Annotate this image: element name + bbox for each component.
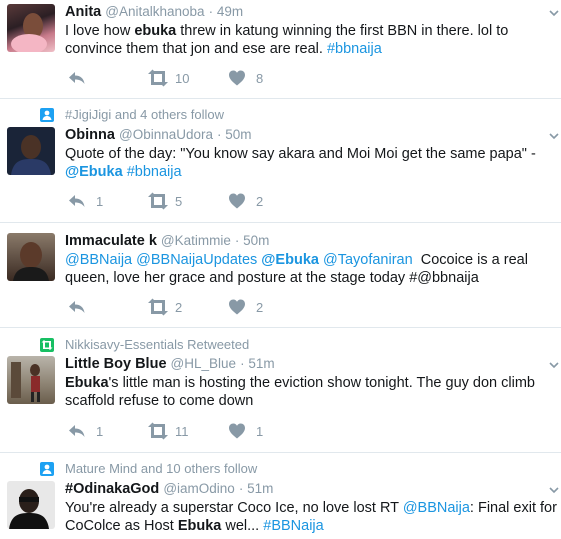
tweet-text-segment: Quote of the day: "You know say akara an…	[65, 146, 540, 162]
avatar[interactable]	[7, 356, 55, 404]
reply-icon	[69, 195, 85, 207]
caret-down-icon[interactable]	[549, 486, 559, 494]
tweet[interactable]: Mature Mind and 10 others follow #Odinak…	[0, 453, 561, 539]
retweet-icon	[148, 422, 168, 440]
retweet-icon	[148, 69, 168, 87]
like-count: 1	[256, 424, 264, 439]
tweet-text: I love how ebuka threw in katung winning…	[65, 22, 561, 58]
timestamp[interactable]: · 51m	[239, 481, 274, 496]
reply-icon	[69, 425, 85, 437]
tweet-text: Quote of the day: "You know say akara an…	[65, 145, 561, 181]
user-name[interactable]: Immaculate k	[65, 233, 157, 249]
like-count: 2	[256, 300, 264, 315]
like-icon	[229, 70, 245, 86]
reply-icon	[69, 301, 85, 313]
tweet[interactable]: Anita @Anitalkhanoba · 49m I love how eb…	[0, 0, 561, 99]
avatar[interactable]	[7, 481, 55, 529]
timestamp[interactable]: · 50m	[217, 127, 252, 142]
retweet-context-icon	[40, 338, 54, 352]
timestamp[interactable]: · 50m	[235, 233, 270, 248]
reply-count: 1	[96, 194, 104, 209]
like-icon	[229, 423, 245, 439]
reply-icon	[69, 72, 85, 84]
avatar[interactable]	[7, 233, 55, 281]
follow-context[interactable]: Mature Mind and 10 others follow	[65, 461, 257, 476]
tweet-link[interactable]: @BBNaija	[403, 500, 470, 516]
like-icon	[229, 193, 245, 209]
user-name[interactable]: #OdinakaGod	[65, 481, 159, 497]
tweet-text-segment: You're already a superstar Coco Ice, no …	[65, 500, 403, 516]
user-handle[interactable]: @Katimmie	[161, 233, 231, 248]
like-count: 2	[256, 194, 264, 209]
tweet-header: Obinna @ObinnaUdora · 50m	[65, 127, 252, 143]
timestamp[interactable]: · 51m	[240, 356, 275, 371]
retweet-count: 5	[175, 194, 183, 209]
keyword-highlight: Ebuka	[177, 518, 222, 534]
tweet-link[interactable]: @Tayofaniran	[323, 252, 413, 268]
caret-down-icon[interactable]	[549, 361, 559, 369]
avatar[interactable]	[7, 4, 55, 52]
mention-link[interactable]: @Ebuka	[65, 164, 123, 180]
tweet-text: Ebuka's little man is hosting the evicti…	[65, 374, 561, 410]
tweet-header: Immaculate k @Katimmie · 50m	[65, 233, 269, 249]
tweet-link[interactable]: @BBNaija	[65, 252, 132, 268]
retweet-count: 11	[175, 424, 189, 439]
tweet-link[interactable]: #bbnaija	[327, 41, 382, 57]
tweet-header: #OdinakaGod @iamOdino · 51m	[65, 481, 273, 497]
mention-link[interactable]: @Ebuka	[261, 252, 319, 268]
keyword-highlight: ebuka	[134, 23, 177, 39]
tweet-header: Little Boy Blue @HL_Blue · 51m	[65, 356, 275, 372]
like-icon	[229, 299, 245, 315]
tweet[interactable]: Immaculate k @Katimmie · 50m @BBNaija @B…	[0, 223, 561, 328]
avatar[interactable]	[7, 127, 55, 175]
user-handle[interactable]: @Anitalkhanoba	[105, 4, 204, 19]
follow-context-icon	[40, 108, 54, 122]
timestamp[interactable]: · 49m	[209, 4, 244, 19]
user-name[interactable]: Little Boy Blue	[65, 356, 167, 372]
caret-down-icon[interactable]	[549, 132, 559, 140]
tweet-text-segment: wel...	[221, 518, 264, 534]
tweet-text: You're already a superstar Coco Ice, no …	[65, 499, 561, 539]
keyword-highlight: Ebuka	[65, 375, 109, 391]
retweet-icon	[148, 192, 168, 210]
follow-context[interactable]: #JigiJigi and 4 others follow	[65, 107, 224, 122]
like-count: 8	[256, 71, 264, 86]
user-handle[interactable]: @iamOdino	[163, 481, 234, 496]
tweet-header: Anita @Anitalkhanoba · 49m	[65, 4, 243, 20]
user-name[interactable]: Obinna	[65, 127, 115, 143]
retweet-count: 2	[175, 300, 183, 315]
user-handle[interactable]: @HL_Blue	[171, 356, 237, 371]
follow-context-icon	[40, 462, 54, 476]
user-name[interactable]: Anita	[65, 4, 101, 20]
retweet-icon	[148, 298, 168, 316]
tweet[interactable]: #JigiJigi and 4 others follow Obinna @Ob…	[0, 99, 561, 223]
reply-count: 1	[96, 424, 104, 439]
caret-down-icon[interactable]	[549, 9, 559, 17]
tweet-link[interactable]: #bbnaija	[127, 164, 182, 180]
tweet-text-segment: 's little man is hosting the eviction sh…	[65, 375, 539, 409]
retweet-count: 10	[175, 71, 190, 86]
tweet[interactable]: Nikkisavy-Essentials Retweeted Little Bo…	[0, 328, 561, 453]
tweet-text-segment: I love how	[65, 23, 135, 39]
user-handle[interactable]: @ObinnaUdora	[119, 127, 213, 142]
tweet-link[interactable]: #BBNaija	[263, 518, 323, 534]
retweet-context[interactable]: Nikkisavy-Essentials Retweeted	[65, 337, 249, 352]
tweet-link[interactable]: @BBNaijaUpdates	[136, 252, 257, 268]
tweet-text: @BBNaija @BBNaijaUpdates @Ebuka @Tayofan…	[65, 251, 561, 287]
